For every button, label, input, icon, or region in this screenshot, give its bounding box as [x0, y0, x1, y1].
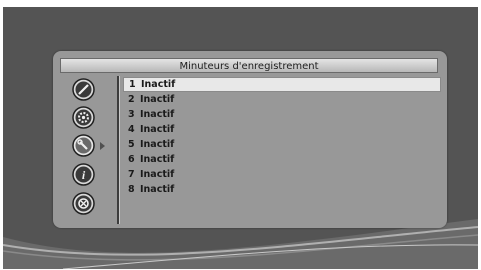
timer-status: Inactif [140, 94, 175, 105]
timer-row-2[interactable]: 2 Inactif [123, 92, 441, 107]
timer-status: Inactif [140, 169, 175, 180]
timer-row-6[interactable]: 6 Inactif [123, 152, 441, 167]
sidebar-divider [117, 76, 120, 224]
menu-sidebar: i [60, 76, 116, 222]
timer-row-7[interactable]: 7 Inactif [123, 167, 441, 182]
timer-status: Inactif [140, 124, 175, 135]
tv-screen: Minuteurs d'enregistrement i 1 Inactif 2… [3, 7, 478, 269]
timer-row-5[interactable]: 5 Inactif [123, 137, 441, 152]
timer-row-8[interactable]: 8 Inactif [123, 182, 441, 197]
info-icon[interactable]: i [72, 163, 95, 186]
timer-row-1[interactable]: 1 Inactif [123, 77, 441, 92]
timer-status: Inactif [140, 109, 175, 120]
timer-status: Inactif [141, 79, 176, 90]
timer-number: 3 [128, 109, 135, 120]
settings-gear-icon[interactable] [72, 106, 95, 129]
tools-wrench-icon[interactable] [72, 134, 95, 157]
timer-number: 2 [128, 94, 135, 105]
timer-list: 1 Inactif 2 Inactif 3 Inactif 4 Inactif 5 Ina… [123, 77, 441, 197]
satellite-dish-icon[interactable] [72, 192, 95, 215]
timer-status: Inactif [140, 184, 175, 195]
timer-number: 4 [128, 124, 135, 135]
edit-icon[interactable] [72, 78, 95, 101]
timer-row-3[interactable]: 3 Inactif [123, 107, 441, 122]
timer-number: 8 [128, 184, 135, 195]
timer-status: Inactif [140, 139, 175, 150]
timer-number: 1 [129, 79, 136, 90]
timer-number: 7 [128, 169, 135, 180]
recording-timers-panel: Minuteurs d'enregistrement i 1 Inactif 2… [53, 51, 447, 228]
page-title: Minuteurs d'enregistrement [60, 58, 438, 73]
timer-status: Inactif [140, 154, 175, 165]
selected-arrow-icon [100, 142, 105, 150]
timer-row-4[interactable]: 4 Inactif [123, 122, 441, 137]
timer-number: 6 [128, 154, 135, 165]
timer-number: 5 [128, 139, 135, 150]
